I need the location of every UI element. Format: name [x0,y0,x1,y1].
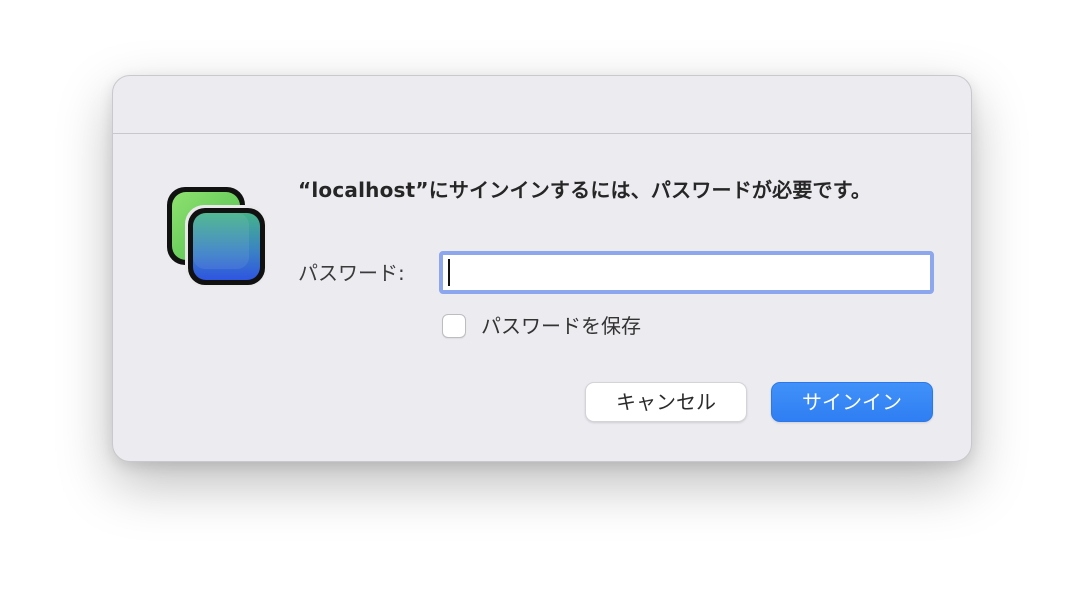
cancel-button[interactable]: キャンセル [585,382,747,422]
sign-in-dialog: “localhost”にサインインするには、パスワードが必要です。 パスワード:… [112,75,972,462]
dialog-message: “localhost”にサインインするには、パスワードが必要です。 [298,178,872,202]
text-cursor [448,259,450,286]
save-password-label[interactable]: パスワードを保存 [481,309,641,343]
password-input[interactable] [439,251,934,294]
password-label: パスワード: [298,261,405,285]
sign-in-button[interactable]: サインイン [771,382,933,422]
app-window-stack-icon [166,186,268,288]
save-password-checkbox[interactable] [442,314,466,338]
dialog-titlebar [113,76,971,134]
